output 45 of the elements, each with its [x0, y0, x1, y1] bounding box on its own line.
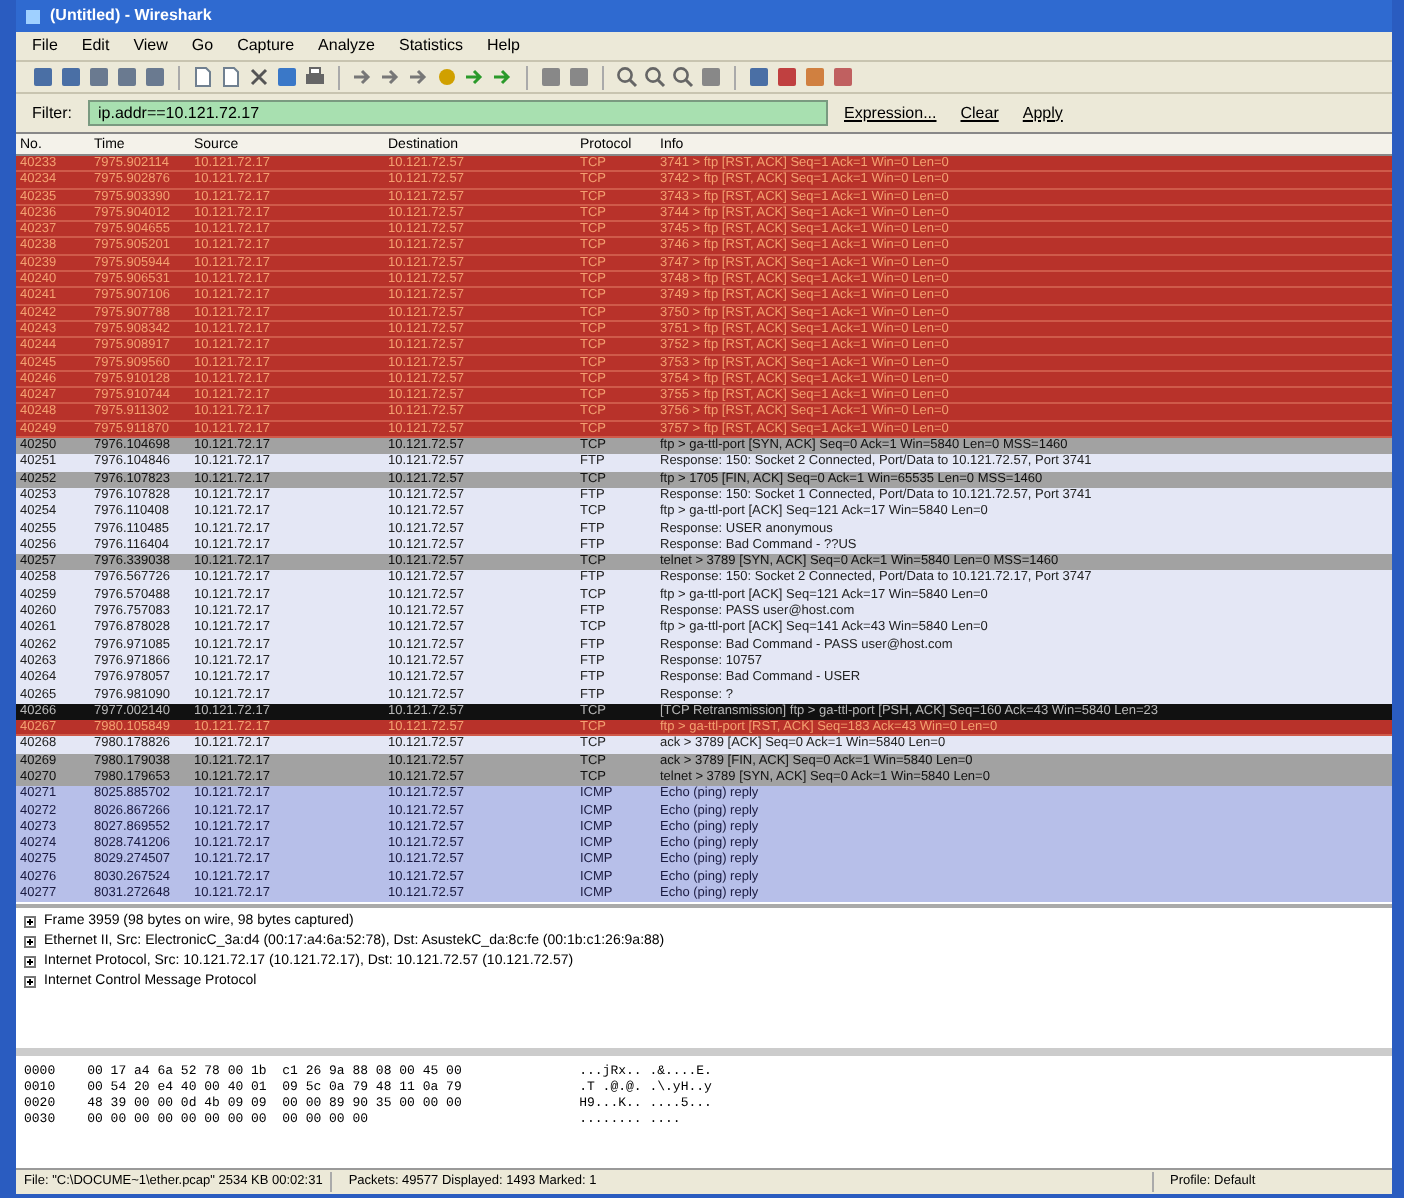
square-icon[interactable] [276, 66, 298, 88]
square-icon[interactable] [748, 66, 770, 88]
filter-button[interactable]: Expression... [844, 101, 937, 125]
document-icon[interactable] [192, 66, 214, 88]
filter-label: Filter: [32, 101, 72, 125]
app-icon [24, 7, 42, 25]
expand-icon[interactable] [24, 956, 36, 968]
square-icon[interactable] [700, 66, 722, 88]
arrow-icon[interactable] [464, 66, 486, 88]
expand-icon[interactable] [24, 936, 36, 948]
filter-button[interactable]: Clear [960, 101, 999, 125]
arrow-icon[interactable] [380, 66, 402, 88]
menu-item[interactable]: Capture [237, 34, 295, 58]
square-icon[interactable] [32, 66, 54, 88]
square-icon[interactable] [832, 66, 854, 88]
window-title: (Untitled) - Wireshark [50, 4, 212, 28]
magnifier-icon[interactable] [616, 66, 638, 88]
menu-item[interactable]: Statistics [399, 34, 464, 58]
expand-icon[interactable] [24, 976, 36, 988]
close-icon[interactable] [248, 66, 270, 88]
menu-item[interactable]: File [32, 34, 58, 58]
menu-item[interactable]: Go [191, 34, 214, 58]
expand-icon[interactable] [24, 916, 36, 928]
square-icon[interactable] [568, 66, 590, 88]
menu-item[interactable]: Analyze [318, 34, 375, 58]
square-icon[interactable] [144, 66, 166, 88]
filter-button[interactable]: Apply [1022, 101, 1063, 125]
magnifier-icon[interactable] [672, 66, 694, 88]
menu-item[interactable]: Help [487, 34, 520, 58]
square-icon[interactable] [804, 66, 826, 88]
magnifier-icon[interactable] [644, 66, 666, 88]
filter-field[interactable]: ip.addr==10.121.72.17 [88, 100, 828, 126]
square-icon[interactable] [116, 66, 138, 88]
menu-item[interactable]: View [133, 34, 168, 58]
square-icon[interactable] [540, 66, 562, 88]
square-icon[interactable] [60, 66, 82, 88]
arrow-icon[interactable] [492, 66, 514, 88]
dot-icon[interactable] [436, 66, 458, 88]
square-icon[interactable] [776, 66, 798, 88]
arrow-icon[interactable] [352, 66, 374, 88]
arrow-icon[interactable] [408, 66, 430, 88]
printer-icon[interactable] [304, 66, 326, 88]
menu-item[interactable]: Edit [81, 34, 110, 58]
square-icon[interactable] [88, 66, 110, 88]
document-icon[interactable] [220, 66, 242, 88]
